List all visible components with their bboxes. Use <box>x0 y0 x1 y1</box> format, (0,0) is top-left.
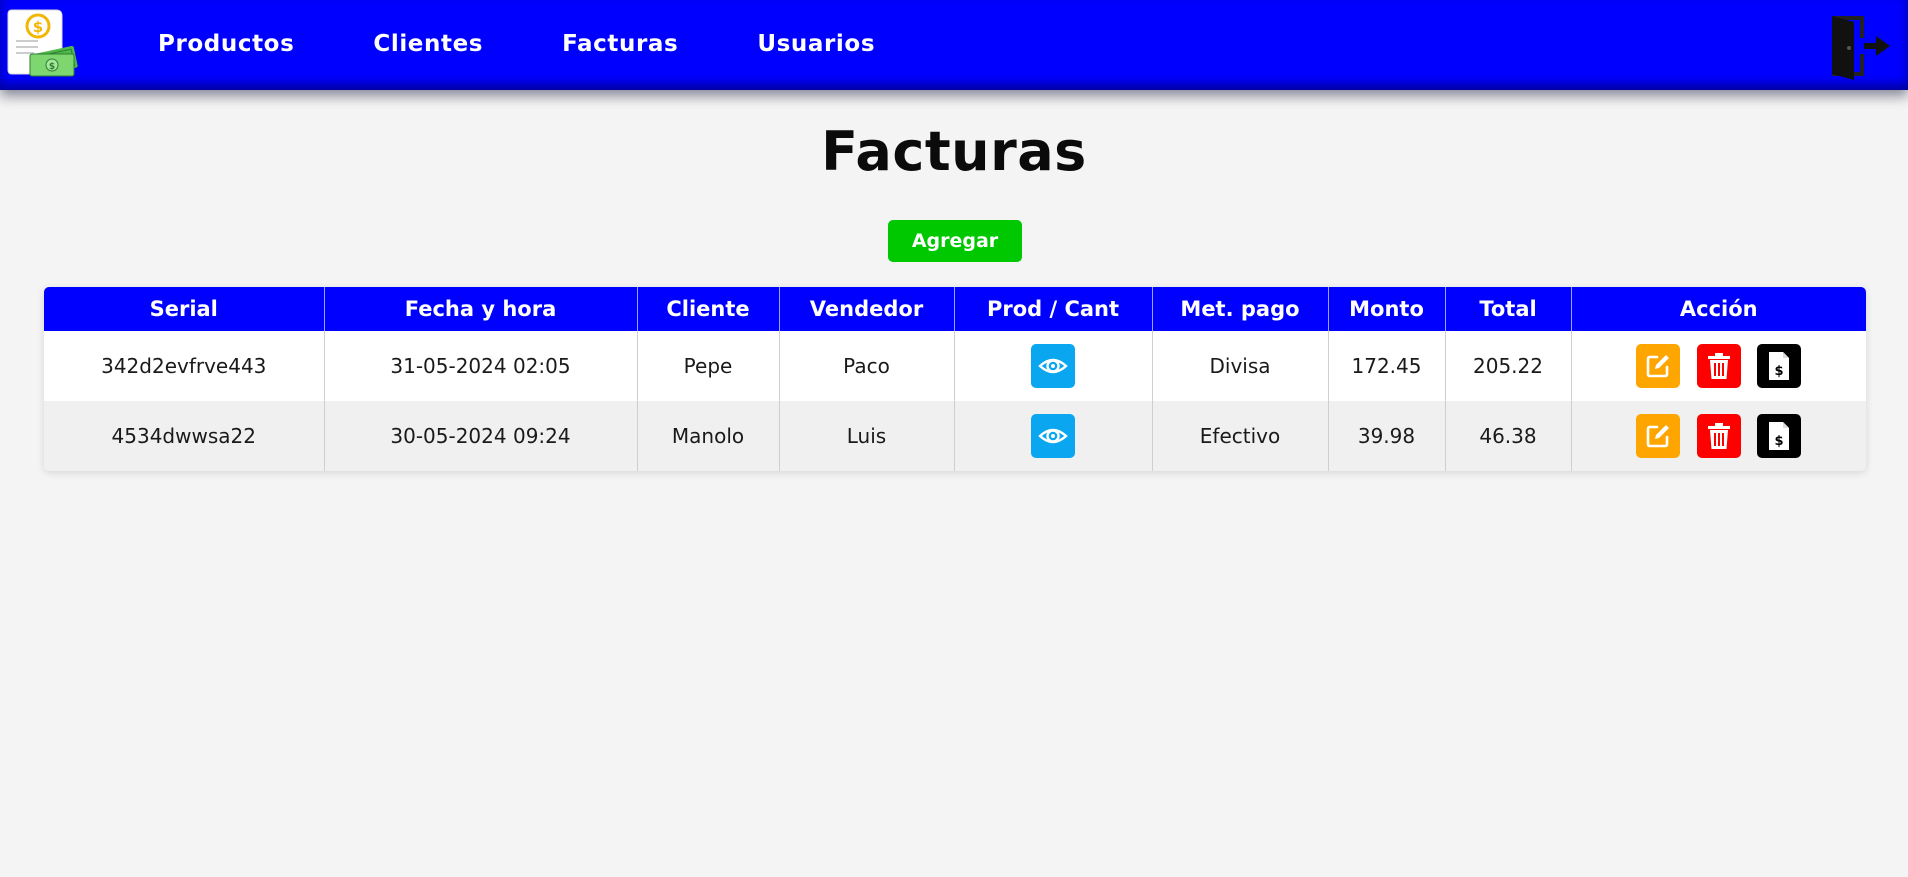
cell-serial: 4534dwwsa22 <box>44 401 325 471</box>
table-header-row: Serial Fecha y hora Cliente Vendedor Pro… <box>44 287 1866 331</box>
nav-clientes[interactable]: Clientes <box>373 31 483 57</box>
header-action: Acción <box>1571 287 1866 331</box>
edit-icon <box>1647 425 1670 448</box>
nav-facturas[interactable]: Facturas <box>562 31 678 57</box>
cell-actions: $ <box>1571 401 1866 471</box>
edit-button[interactable] <box>1636 344 1681 388</box>
cell-seller: Luis <box>779 401 955 471</box>
header-datetime: Fecha y hora <box>324 287 638 331</box>
trash-icon <box>1707 423 1730 449</box>
view-products-button[interactable] <box>1031 414 1075 458</box>
header-serial: Serial <box>44 287 325 331</box>
cell-amount: 172.45 <box>1328 331 1446 401</box>
svg-text:$: $ <box>1775 434 1784 449</box>
table-row: 4534dwwsa22 30-05-2024 09:24 Manolo Luis… <box>44 401 1866 471</box>
cell-amount: 39.98 <box>1328 401 1446 471</box>
header-client: Cliente <box>637 287 780 331</box>
cell-actions: $ <box>1571 331 1866 401</box>
invoices-table: Serial Fecha y hora Cliente Vendedor Pro… <box>44 287 1866 471</box>
invoice-button[interactable]: $ <box>1757 344 1802 388</box>
view-products-button[interactable] <box>1031 344 1075 388</box>
logout-door-icon[interactable] <box>1828 12 1892 80</box>
cell-payment: Divisa <box>1152 331 1329 401</box>
header-total: Total <box>1445 287 1572 331</box>
add-invoice-button[interactable]: Agregar <box>888 220 1022 262</box>
svg-text:$: $ <box>33 18 43 36</box>
cell-client: Pepe <box>637 331 780 401</box>
edit-button[interactable] <box>1636 414 1681 458</box>
cell-client: Manolo <box>637 401 780 471</box>
svg-text:$: $ <box>1775 364 1784 379</box>
cell-total: 46.38 <box>1445 401 1572 471</box>
cell-products <box>954 331 1153 401</box>
svg-text:$: $ <box>49 62 55 72</box>
invoice-button[interactable]: $ <box>1757 414 1802 458</box>
edit-icon <box>1647 355 1670 378</box>
top-navbar: $ $ Productos Clientes Facturas Usuarios <box>0 0 1908 90</box>
header-payment: Met. pago <box>1152 287 1329 331</box>
cell-datetime: 30-05-2024 09:24 <box>324 401 638 471</box>
header-seller: Vendedor <box>779 287 955 331</box>
table-row: 342d2evfrve443 31-05-2024 02:05 Pepe Pac… <box>44 331 1866 401</box>
header-amount: Monto <box>1328 287 1446 331</box>
eye-icon <box>1038 358 1068 374</box>
nav-usuarios[interactable]: Usuarios <box>757 31 875 57</box>
invoice-document-icon: $ <box>1769 352 1790 380</box>
cell-products <box>954 401 1153 471</box>
trash-icon <box>1707 353 1730 379</box>
cell-serial: 342d2evfrve443 <box>44 331 325 401</box>
header-products: Prod / Cant <box>954 287 1153 331</box>
nav-productos[interactable]: Productos <box>158 31 294 57</box>
invoice-money-logo[interactable]: $ $ <box>6 6 78 78</box>
main-nav: Productos Clientes Facturas Usuarios <box>158 0 954 88</box>
cell-payment: Efectivo <box>1152 401 1329 471</box>
invoice-document-icon: $ <box>1769 422 1790 450</box>
eye-icon <box>1038 428 1068 444</box>
cell-total: 205.22 <box>1445 331 1572 401</box>
page-title: Facturas <box>821 120 1087 183</box>
cell-datetime: 31-05-2024 02:05 <box>324 331 638 401</box>
delete-button[interactable] <box>1696 414 1741 458</box>
cell-seller: Paco <box>779 331 955 401</box>
delete-button[interactable] <box>1696 344 1741 388</box>
